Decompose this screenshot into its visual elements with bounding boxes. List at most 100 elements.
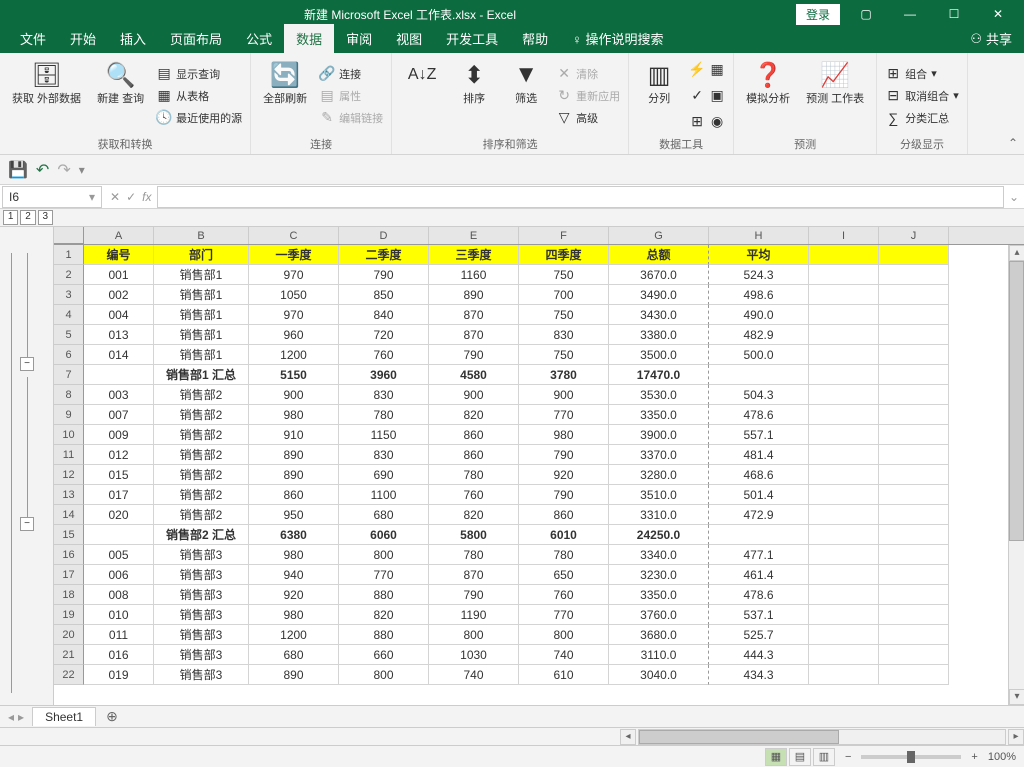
col-header[interactable]: I — [809, 227, 879, 244]
tab-review[interactable]: 审阅 — [334, 24, 384, 53]
cell[interactable]: 1190 — [429, 605, 519, 625]
cell[interactable]: 860 — [519, 505, 609, 525]
col-header[interactable]: H — [709, 227, 809, 244]
cell[interactable]: 750 — [519, 345, 609, 365]
cell[interactable]: 900 — [519, 385, 609, 405]
tab-insert[interactable]: 插入 — [108, 24, 158, 53]
cell[interactable] — [879, 665, 949, 685]
relationships-button[interactable]: ⊞◉ — [687, 112, 727, 132]
cell[interactable]: 1200 — [249, 345, 339, 365]
cell[interactable]: 销售部2 — [154, 485, 249, 505]
cell[interactable]: 销售部2 — [154, 465, 249, 485]
cell[interactable]: 1100 — [339, 485, 429, 505]
cell[interactable] — [809, 645, 879, 665]
normal-view-icon[interactable]: ▦ — [765, 748, 787, 766]
cell[interactable]: 013 — [84, 325, 154, 345]
cell[interactable]: 790 — [429, 585, 519, 605]
col-header[interactable]: G — [609, 227, 709, 244]
cell[interactable]: 销售部2 — [154, 505, 249, 525]
get-external-data-button[interactable]: 🗄获取 外部数据 — [6, 57, 87, 134]
cell[interactable]: 780 — [429, 545, 519, 565]
cell[interactable]: 650 — [519, 565, 609, 585]
cell[interactable]: 910 — [249, 425, 339, 445]
cell[interactable]: 920 — [519, 465, 609, 485]
text-to-columns-button[interactable]: ▥分列 — [635, 57, 683, 134]
cell[interactable]: 3670.0 — [609, 265, 709, 285]
cell[interactable]: 部门 — [154, 245, 249, 265]
cell[interactable] — [809, 525, 879, 545]
cell[interactable]: 3490.0 — [609, 285, 709, 305]
cell[interactable] — [879, 305, 949, 325]
cell[interactable] — [809, 625, 879, 645]
cell[interactable]: 501.4 — [709, 485, 809, 505]
cell[interactable] — [879, 445, 949, 465]
cell[interactable] — [879, 325, 949, 345]
cell[interactable]: 790 — [519, 485, 609, 505]
col-header[interactable]: C — [249, 227, 339, 244]
cell[interactable]: 销售部3 — [154, 625, 249, 645]
login-button[interactable]: 登录 — [796, 4, 840, 25]
cell[interactable]: 830 — [339, 385, 429, 405]
sort-az-button[interactable]: A↓Z — [398, 57, 446, 134]
cell[interactable]: 760 — [429, 485, 519, 505]
cell[interactable]: 四季度 — [519, 245, 609, 265]
ribbon-options-icon[interactable]: ▢ — [844, 0, 888, 28]
cell[interactable] — [879, 545, 949, 565]
cell[interactable]: 5150 — [249, 365, 339, 385]
cell[interactable]: 920 — [249, 585, 339, 605]
row-header[interactable]: 13 — [54, 485, 84, 505]
cell[interactable]: 940 — [249, 565, 339, 585]
cell[interactable]: 890 — [249, 465, 339, 485]
cell[interactable]: 444.3 — [709, 645, 809, 665]
refresh-all-button[interactable]: 🔄全部刷新 — [257, 57, 313, 134]
cell[interactable]: 3380.0 — [609, 325, 709, 345]
cell[interactable]: 780 — [429, 465, 519, 485]
cell[interactable]: 3110.0 — [609, 645, 709, 665]
col-header[interactable]: J — [879, 227, 949, 244]
cell[interactable] — [809, 425, 879, 445]
data-validation-button[interactable]: ✓▣ — [687, 86, 727, 106]
cell[interactable] — [879, 465, 949, 485]
cell[interactable]: 478.6 — [709, 585, 809, 605]
cell[interactable]: 800 — [339, 665, 429, 685]
from-table-button[interactable]: ▦从表格 — [154, 86, 244, 106]
cell[interactable] — [879, 605, 949, 625]
cell[interactable]: 434.3 — [709, 665, 809, 685]
cell[interactable]: 销售部2 汇总 — [154, 525, 249, 545]
cell[interactable]: 3340.0 — [609, 545, 709, 565]
cell[interactable] — [879, 625, 949, 645]
row-header[interactable]: 17 — [54, 565, 84, 585]
expand-formula-icon[interactable]: ⌄ — [1004, 190, 1024, 204]
cell[interactable] — [809, 285, 879, 305]
cell[interactable] — [809, 245, 879, 265]
edit-links-button[interactable]: ✎编辑链接 — [317, 108, 385, 128]
cell[interactable]: 830 — [519, 325, 609, 345]
scroll-right-icon[interactable]: ▸ — [1008, 729, 1024, 745]
cell[interactable] — [709, 365, 809, 385]
cell[interactable] — [809, 365, 879, 385]
cell[interactable]: 1030 — [429, 645, 519, 665]
cell[interactable]: 870 — [429, 325, 519, 345]
cell[interactable]: 3350.0 — [609, 405, 709, 425]
collapse-ribbon-icon[interactable]: ⌃ — [1008, 136, 1018, 150]
cell[interactable]: 770 — [519, 605, 609, 625]
cell[interactable]: 461.4 — [709, 565, 809, 585]
row-header[interactable]: 22 — [54, 665, 84, 685]
row-header[interactable]: 19 — [54, 605, 84, 625]
redo-icon[interactable]: ↷ — [57, 160, 70, 180]
cell[interactable] — [809, 345, 879, 365]
cell[interactable]: 3500.0 — [609, 345, 709, 365]
row-header[interactable]: 16 — [54, 545, 84, 565]
cell[interactable]: 销售部3 — [154, 645, 249, 665]
tab-nav-next-icon[interactable]: ▸ — [18, 710, 24, 724]
cell[interactable] — [809, 665, 879, 685]
cell[interactable]: 三季度 — [429, 245, 519, 265]
tab-layout[interactable]: 页面布局 — [158, 24, 234, 53]
cell[interactable] — [879, 425, 949, 445]
cell[interactable]: 830 — [339, 445, 429, 465]
cell[interactable]: 482.9 — [709, 325, 809, 345]
cell[interactable]: 3780 — [519, 365, 609, 385]
cell[interactable]: 销售部3 — [154, 545, 249, 565]
scroll-up-icon[interactable]: ▴ — [1009, 245, 1024, 261]
cell[interactable]: 820 — [429, 405, 519, 425]
